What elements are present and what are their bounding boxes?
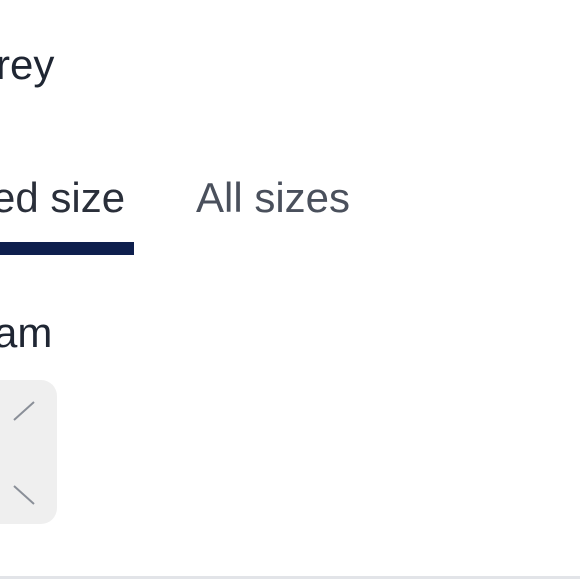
unavailable-slash-icon [13, 401, 35, 505]
size-tabs: ed size All sizes [0, 170, 580, 260]
product-color-label: rey [0, 41, 55, 88]
active-tab-underline [0, 242, 134, 255]
tab-all-sizes[interactable]: All sizes [196, 170, 350, 226]
size-section-label: am [0, 309, 53, 356]
tab-selected-size[interactable]: ed size [0, 170, 125, 226]
size-option-tile[interactable] [0, 380, 57, 524]
